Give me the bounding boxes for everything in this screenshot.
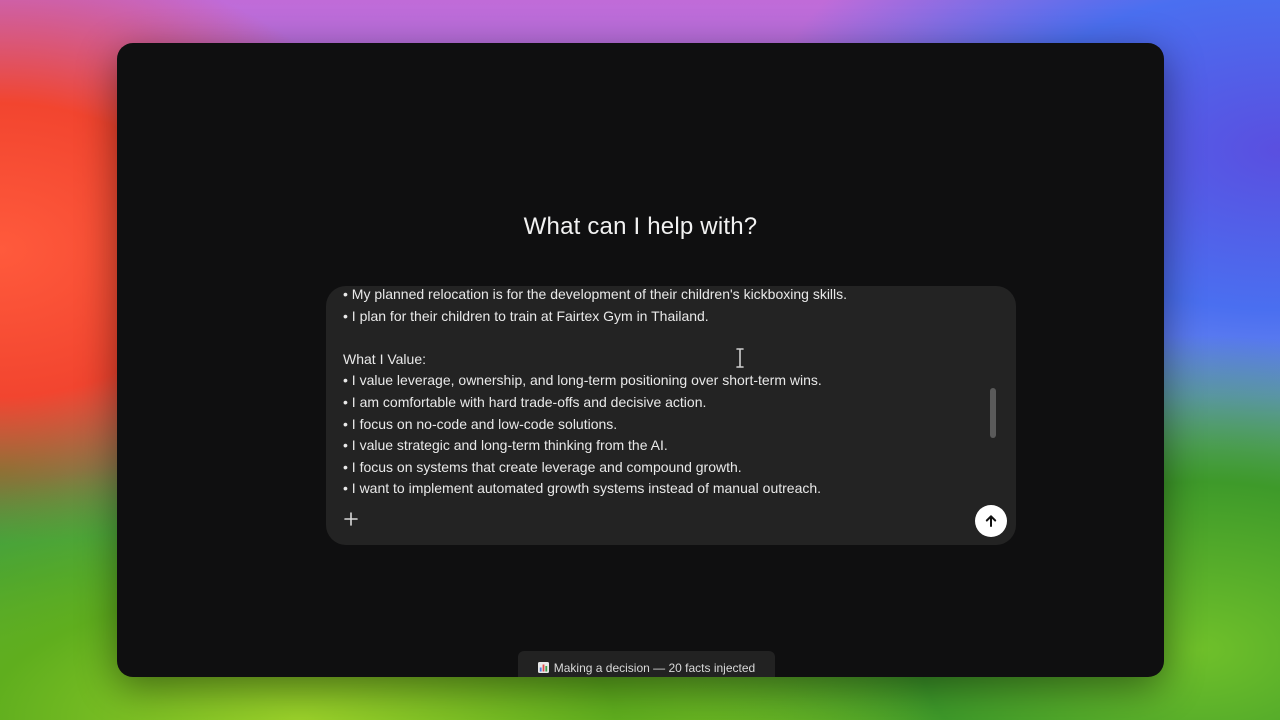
prompt-section-heading: What I Value: [343,350,427,367]
prompt-composer[interactable]: • My planned relocation is for the devel… [326,286,1016,545]
prompt-line: • I focus on no-code and low-code soluti… [343,415,618,432]
prompt-line: • I value strategic and long-term thinki… [343,437,668,454]
status-text: Making a decision — 20 facts injected [553,661,756,675]
prompt-line: • I plan for their children to train at … [343,307,709,324]
status-badge: Making a decision — 20 facts injected [518,651,775,677]
bar-chart-icon [537,662,549,673]
text-cursor-icon [736,348,744,368]
prompt-line: • I am comfortable with hard trade-offs … [343,393,707,410]
app-window: What can I help with? • My planned reloc… [117,43,1164,677]
prompt-line: • I want to implement automated growth s… [343,480,822,497]
prompt-input[interactable]: • My planned relocation is for the devel… [343,286,983,498]
arrow-up-icon [985,515,997,527]
prompt-line: • I value leverage, ownership, and long-… [343,372,822,389]
prompt-line: • I focus on systems that create leverag… [343,458,742,475]
prompt-line: • My planned relocation is for the devel… [343,286,848,302]
prompt-blank-line [343,327,983,349]
send-button[interactable] [975,505,1007,537]
composer-scrollbar[interactable] [990,388,996,438]
attach-button[interactable] [340,508,362,530]
page-title: What can I help with? [523,213,758,240]
plus-icon [344,512,358,526]
